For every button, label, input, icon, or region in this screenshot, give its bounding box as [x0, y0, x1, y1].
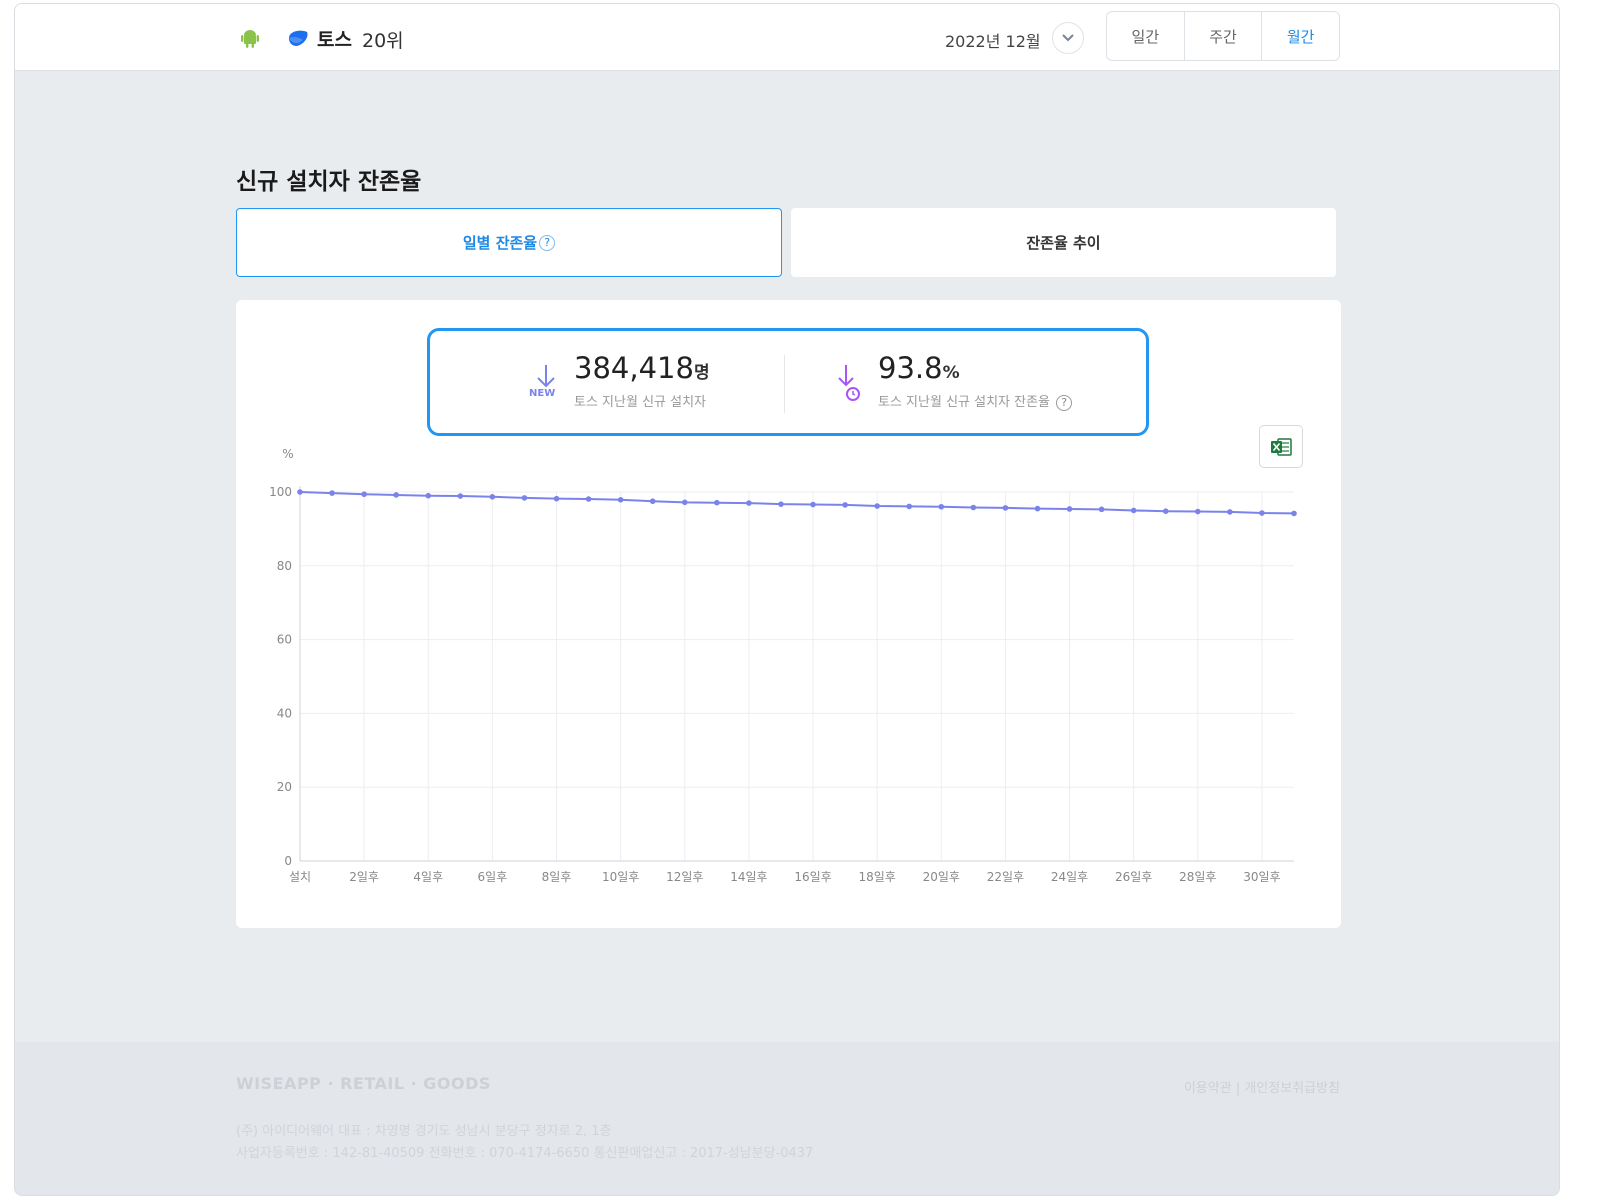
footer-registration-info: 사업자등록번호 : 142-81-40509 전화번호 : 070-4174-6… [236, 1146, 814, 1161]
y-tick-label: 40 [277, 706, 292, 720]
retention-caption: 토스 지난월 신규 설치자 잔존율 [878, 395, 1051, 410]
retention-data-point [1002, 505, 1009, 511]
retention-data-point [938, 503, 945, 510]
retention-data-point [361, 491, 367, 498]
retention-data-point [746, 500, 752, 506]
excel-icon [1271, 437, 1292, 456]
retention-data-point [1195, 508, 1201, 515]
period-tabs: 일간 주간 월간 [1106, 11, 1340, 61]
x-tick-label: 20일후 [923, 870, 960, 884]
installs-value: 384,418 [574, 351, 694, 385]
x-tick-label: 4일후 [413, 870, 443, 884]
x-tick-label: 18일후 [858, 870, 895, 884]
top-bar: 토스 20위 2022년 12월 일간 주간 월간 [15, 4, 1559, 71]
retention-data-point [425, 492, 432, 499]
footer: WISEAPP · RETAIL · GOODS 이용약관 | 개인정보취급방침… [15, 1042, 1559, 1195]
retention-stat: 93.8% 토스 지난월 신규 설치자 잔존율 ? [878, 351, 1073, 411]
retention-unit: % [942, 363, 960, 383]
retention-data-point [681, 499, 688, 506]
app-window: 토스 20위 2022년 12월 일간 주간 월간 신규 설치자 잔존율 일별 … [14, 3, 1560, 1196]
y-tick-label: 80 [277, 559, 292, 573]
retention-data-point [970, 504, 977, 511]
retention-data-point [1066, 506, 1073, 512]
x-tick-label: 30일후 [1243, 870, 1280, 884]
summary-divider [784, 355, 785, 413]
installs-caption: 토스 지난월 신규 설치자 [574, 395, 706, 410]
x-tick-label: 26일후 [1115, 870, 1152, 884]
y-tick-label: 100 [269, 485, 292, 499]
footer-links[interactable]: 이용약관 | 개인정보취급방침 [1184, 1077, 1340, 1096]
retention-data-point [1259, 510, 1265, 516]
app-name: 토스 [317, 29, 352, 51]
retention-data-point [393, 492, 399, 498]
retention-data-point [297, 489, 303, 495]
y-tick-label: 60 [277, 633, 292, 647]
retention-data-point [874, 503, 880, 509]
retention-data-point [457, 493, 464, 499]
excel-download-button[interactable] [1259, 425, 1303, 468]
tab-weekly[interactable]: 주간 [1185, 12, 1263, 60]
tab-daily-retention[interactable]: 일별 잔존율 ? [236, 208, 782, 277]
retention-clock-icon [838, 365, 860, 401]
x-tick-label: 22일후 [987, 870, 1024, 884]
installs-stat: 384,418명 토스 지난월 신규 설치자 [574, 351, 710, 410]
retention-data-point [1098, 506, 1105, 513]
period-dropdown-button[interactable] [1052, 22, 1084, 54]
retention-data-point [617, 496, 624, 503]
x-tick-label: 12일후 [666, 870, 703, 884]
x-tick-label: 14일후 [730, 870, 767, 884]
retention-data-point [489, 493, 496, 500]
help-icon[interactable]: ? [539, 234, 556, 251]
retention-data-point [810, 501, 816, 508]
new-badge: NEW [529, 388, 556, 399]
app-rank: 20위 [362, 30, 404, 52]
chevron-down-icon [1062, 34, 1074, 42]
help-icon[interactable]: ? [1056, 395, 1073, 411]
y-axis-label: % [282, 447, 293, 461]
toss-logo-icon [289, 30, 308, 46]
retention-caption-row: 토스 지난월 신규 설치자 잔존율 ? [878, 391, 1073, 411]
x-tick-label: 28일후 [1179, 870, 1216, 884]
retention-data-point [1227, 509, 1233, 515]
y-tick-label: 20 [277, 780, 292, 794]
installs-unit: 명 [693, 363, 710, 383]
x-tick-label: 16일후 [794, 870, 831, 884]
retention-value: 93.8 [878, 351, 943, 385]
retention-data-point [778, 501, 784, 507]
x-tick-label: 8일후 [542, 870, 572, 884]
footer-brand: WISEAPP · RETAIL · GOODS [236, 1074, 491, 1093]
x-tick-label: 24일후 [1051, 870, 1088, 884]
retention-data-point [842, 502, 848, 508]
tab-daily[interactable]: 일간 [1107, 12, 1185, 60]
retention-data-point [329, 490, 335, 496]
chart-card: 0 20 40 60 80 100% 설치 2일후 4일후 6일후 8일후 10일후 12일후 14일후 1… [236, 300, 1341, 928]
tab-monthly[interactable]: 월간 [1262, 12, 1339, 60]
tab-retention-trend-label: 잔존율 추이 [1026, 234, 1101, 252]
x-tick-label: 10일후 [602, 870, 639, 884]
y-tick-label: 0 [284, 854, 292, 868]
retention-data-point [1291, 510, 1297, 517]
tab-retention-trend[interactable]: 잔존율 추이 [791, 208, 1336, 277]
x-tick-label: 6일후 [478, 870, 508, 884]
summary-box: NEW 384,418명 토스 지난월 신규 설치자 93.8% 토스 지난월 … [427, 328, 1149, 436]
x-tick-label: 2일후 [349, 870, 379, 884]
retention-data-point [1130, 507, 1137, 514]
retention-data-point [714, 499, 720, 506]
retention-data-point [585, 496, 592, 502]
retention-data-point [906, 503, 913, 510]
section-title: 신규 설치자 잔존율 [236, 169, 422, 195]
retention-series-line [299, 491, 1295, 515]
retention-data-point [1034, 505, 1041, 512]
retention-data-point [1162, 508, 1169, 514]
android-icon [241, 30, 259, 48]
x-tick-label: 설치 [289, 870, 311, 884]
tab-daily-retention-label: 일별 잔존율 [462, 234, 538, 252]
retention-data-point [649, 498, 656, 505]
period-label: 2022년 12월 [945, 32, 1041, 51]
retention-data-point [521, 495, 528, 501]
footer-company-info: (주) 아이디어웨어 대표 : 차영명 경기도 성남시 분당구 정자로 2, 1… [236, 1124, 612, 1139]
retention-data-point [553, 495, 560, 502]
